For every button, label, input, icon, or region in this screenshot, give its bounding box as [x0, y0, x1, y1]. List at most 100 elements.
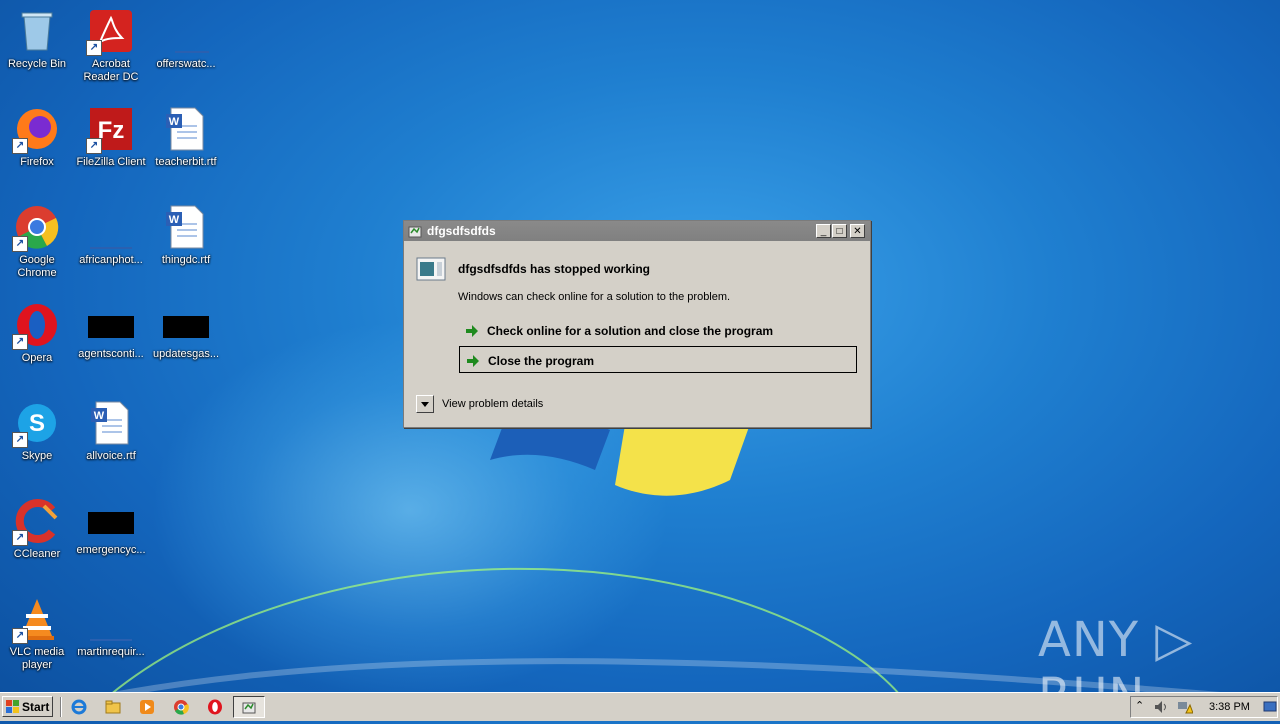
skype-icon: S ↗: [12, 400, 60, 448]
desktop-icon-thingdc[interactable]: W thingdc.rtf: [149, 204, 223, 267]
windows-logo-icon: [6, 700, 19, 713]
green-arrow-icon: [466, 325, 478, 337]
shortcut-arrow-icon: ↗: [12, 236, 28, 252]
word-doc-icon: W: [163, 106, 209, 152]
desktop-icon-martinrequir[interactable]: martinrequir...: [74, 596, 148, 659]
opera-icon: ↗: [12, 302, 60, 350]
taskbar: Start ⌃ 3:38 PM: [0, 692, 1280, 721]
desktop-icon-label: africanphot...: [79, 254, 143, 266]
desktop-icon-emergencyc[interactable]: emergencyc...: [74, 498, 148, 557]
dialog-titlebar[interactable]: dfgsdfsdfds _ □ ✕: [404, 221, 870, 241]
desktop-icon-label: emergencyc...: [76, 544, 146, 556]
desktop-icon-label: teacherbit.rtf: [155, 156, 217, 168]
desktop-icon-label: martinrequir...: [77, 646, 145, 658]
vlc-icon: ↗: [12, 596, 60, 644]
file-explorer-icon[interactable]: [105, 699, 121, 715]
shortcut-arrow-icon: ↗: [12, 628, 28, 644]
internet-explorer-icon[interactable]: [71, 699, 87, 715]
desktop-icon-label: offerswatc...: [156, 58, 216, 70]
dialog-title: dfgsdfsdfds: [427, 224, 496, 238]
ccleaner-icon: ↗: [12, 498, 60, 546]
desktop-icon-recycle-bin[interactable]: Recycle Bin: [0, 8, 74, 71]
desktop-icon-skype[interactable]: S ↗ Skype: [0, 400, 74, 463]
check-online-option[interactable]: Check online for a solution and close th…: [459, 317, 857, 344]
desktop-icon-label: Acrobat Reader DC: [83, 58, 139, 83]
taskbar-clock[interactable]: 3:38 PM: [1209, 701, 1250, 713]
close-program-label: Close the program: [488, 354, 595, 368]
desktop-icon-label: thingdc.rtf: [161, 254, 211, 266]
desktop-icon-label: agentsconti...: [78, 348, 144, 360]
desktop-icon-allvoice[interactable]: W allvoice.rtf: [74, 400, 148, 463]
desktop-icon-ccleaner[interactable]: ↗ CCleaner: [0, 498, 74, 561]
desktop-icon-label: Google Chrome: [17, 254, 57, 279]
desktop-icon-africanphot[interactable]: africanphot...: [74, 204, 148, 267]
view-details-toggle[interactable]: [416, 395, 434, 413]
desktop-icon-label: Skype: [21, 450, 53, 462]
desktop-icon-teacherbit[interactable]: W teacherbit.rtf: [149, 106, 223, 169]
volume-icon[interactable]: [1153, 700, 1169, 714]
svg-text:W: W: [94, 410, 105, 422]
svg-text:W: W: [169, 116, 180, 128]
desktop-icon-label: allvoice.rtf: [86, 450, 136, 462]
view-details-label[interactable]: View problem details: [442, 398, 543, 410]
black-file-icon: [163, 316, 209, 338]
show-desktop-icon[interactable]: [1263, 700, 1277, 714]
acrobat-icon: ↗: [86, 8, 134, 56]
close-program-option[interactable]: Close the program: [459, 346, 857, 373]
start-button[interactable]: Start: [2, 696, 53, 717]
shortcut-arrow-icon: ↗: [12, 138, 28, 154]
dialog-heading: dfgsdfsdfds has stopped working: [458, 262, 651, 276]
desktop-icon-vlc[interactable]: ↗ VLC media player: [0, 596, 74, 672]
taskbar-item-dfgsdfsdfds[interactable]: [233, 696, 265, 718]
blank-file-icon: [88, 596, 134, 642]
black-file-icon: [88, 512, 134, 534]
word-doc-icon: W: [88, 400, 134, 446]
app-icon: [408, 226, 422, 238]
start-label: Start: [22, 700, 50, 714]
desktop-icon-acrobat[interactable]: ↗ Acrobat Reader DC: [74, 8, 148, 84]
svg-text:W: W: [169, 214, 180, 226]
desktop-icon-offerswatc[interactable]: offerswatc...: [149, 8, 223, 71]
desktop-icon-label: updatesgas...: [152, 348, 220, 360]
error-dialog: dfgsdfsdfds _ □ ✕ dfgsdfsdfds has stoppe…: [403, 220, 871, 428]
desktop-icon-agentsconti[interactable]: agentsconti...: [74, 302, 148, 361]
maximize-button[interactable]: □: [832, 224, 847, 238]
chrome-taskbar-icon[interactable]: [173, 699, 189, 715]
desktop-icon-filezilla[interactable]: Fz ↗ FileZilla Client: [74, 106, 148, 169]
blank-file-icon: [163, 8, 221, 54]
shortcut-arrow-icon: ↗: [12, 432, 28, 448]
desktop-icon-updatesgas[interactable]: updatesgas...: [149, 302, 223, 361]
media-player-icon[interactable]: [139, 699, 155, 715]
recycle-bin-icon: [14, 8, 60, 54]
desktop-icon-firefox[interactable]: ↗ Firefox: [0, 106, 74, 169]
close-button[interactable]: ✕: [850, 224, 865, 238]
dialog-message: Windows can check online for a solution …: [458, 291, 731, 303]
opera-taskbar-icon[interactable]: [207, 699, 223, 715]
desktop-icon-opera[interactable]: ↗ Opera: [0, 302, 74, 365]
chrome-icon: ↗: [12, 204, 60, 252]
desktop-icon-label: VLC media player: [9, 646, 65, 671]
shortcut-arrow-icon: ↗: [12, 334, 28, 350]
blank-file-icon: [88, 204, 134, 250]
black-file-icon: [88, 316, 134, 338]
minimize-button[interactable]: _: [816, 224, 831, 238]
system-tray: ⌃ 3:38 PM: [1130, 696, 1278, 718]
shortcut-arrow-icon: ↗: [86, 138, 102, 154]
green-arrow-icon: [467, 355, 479, 367]
desktop-icon-label: Recycle Bin: [7, 58, 67, 70]
program-error-icon: [416, 257, 446, 281]
shortcut-arrow-icon: ↗: [86, 40, 102, 56]
desktop-icon-label: Firefox: [20, 156, 54, 168]
desktop-icon-label: Opera: [21, 352, 53, 364]
shortcut-arrow-icon: ↗: [12, 530, 28, 546]
show-hidden-icons-chevron-icon[interactable]: ⌃: [1135, 699, 1144, 712]
svg-text:S: S: [29, 410, 45, 437]
desktop-icon-chrome[interactable]: ↗ Google Chrome: [0, 204, 74, 280]
firefox-icon: ↗: [12, 106, 60, 154]
network-warning-icon[interactable]: [1177, 700, 1193, 714]
desktop-icon-label: FileZilla Client: [76, 156, 146, 168]
word-doc-icon: W: [163, 204, 209, 250]
filezilla-icon: Fz ↗: [86, 106, 134, 154]
taskbar-separator: [60, 697, 62, 717]
app-icon: [242, 702, 256, 714]
